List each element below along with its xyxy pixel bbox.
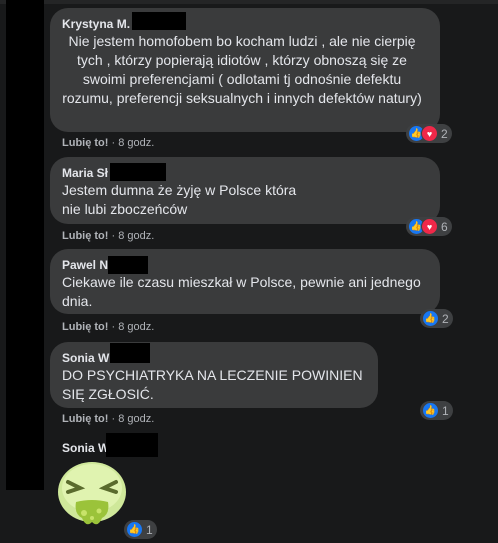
comment-text: Nie jestem homofobem bo kocham ludzi , a… xyxy=(62,33,422,106)
reaction-count: 2 xyxy=(442,311,449,326)
like-link[interactable]: Lubię to! xyxy=(62,137,108,149)
comment-text: DO PSYCHIATRYKA NA LECZENIE POWINIEN SIĘ… xyxy=(62,367,363,402)
comment-time[interactable]: 8 godz. xyxy=(118,413,154,425)
redacted-name xyxy=(110,343,150,363)
comment-bubble: Sonia W DO PSYCHIATRYKA NA LECZENIE POWI… xyxy=(50,342,378,408)
redacted-name xyxy=(106,433,158,457)
like-icon: 👍 xyxy=(422,402,439,419)
comment-meta: Lubię to! · 8 godz. xyxy=(62,413,155,425)
redacted-name xyxy=(110,163,166,181)
comment-meta: Lubię to! · 8 godz. xyxy=(62,230,155,242)
vomiting-face-sticker xyxy=(58,462,126,525)
comment-meta: Lubię to! · 8 godz. xyxy=(62,321,155,333)
reaction-summary[interactable]: 👍 1 xyxy=(420,401,453,420)
love-icon: ♥ xyxy=(421,218,438,235)
like-link[interactable]: Lubię to! xyxy=(62,413,108,425)
like-icon: 👍 xyxy=(422,310,439,327)
comment-time[interactable]: 8 godz. xyxy=(118,321,154,333)
comment-time[interactable]: 8 godz. xyxy=(118,137,154,149)
comment-header: Sonia W xyxy=(62,440,109,456)
reaction-summary[interactable]: 👍 ♥ 2 xyxy=(406,124,452,143)
reaction-summary[interactable]: 👍 2 xyxy=(420,309,453,328)
reaction-count: 2 xyxy=(441,126,448,141)
comment-text: Jestem dumna że żyję w Polsce która nie … xyxy=(62,182,297,217)
redacted-name xyxy=(108,256,148,274)
like-link[interactable]: Lubię to! xyxy=(62,321,108,333)
redacted-name xyxy=(132,12,186,30)
reaction-count: 1 xyxy=(442,403,449,418)
reaction-count: 6 xyxy=(441,219,448,234)
reaction-count: 1 xyxy=(146,522,153,537)
redacted-avatar-column xyxy=(6,0,44,490)
reaction-summary[interactable]: 👍 ♥ 6 xyxy=(406,217,452,236)
comment-bubble: Maria Sł Jestem dumna że żyję w Polsce k… xyxy=(50,157,440,224)
like-link[interactable]: Lubię to! xyxy=(62,230,108,242)
comment-author[interactable]: Sonia W xyxy=(62,350,366,366)
love-icon: ♥ xyxy=(421,125,438,142)
like-icon: 👍 xyxy=(126,521,143,538)
reaction-summary[interactable]: 👍 1 xyxy=(124,520,157,539)
comment-bubble: Krystyna M. Nie jestem homofobem bo koch… xyxy=(50,8,440,132)
comment-author[interactable]: Sonia W xyxy=(62,440,109,456)
top-divider xyxy=(0,0,498,4)
comment-time[interactable]: 8 godz. xyxy=(118,230,154,242)
comment-meta: Lubię to! · 8 godz. xyxy=(62,137,155,149)
comment-text: Ciekawe ile czasu mieszkał w Polsce, pew… xyxy=(62,274,421,309)
comment-author[interactable]: Krystyna M. xyxy=(62,16,428,32)
